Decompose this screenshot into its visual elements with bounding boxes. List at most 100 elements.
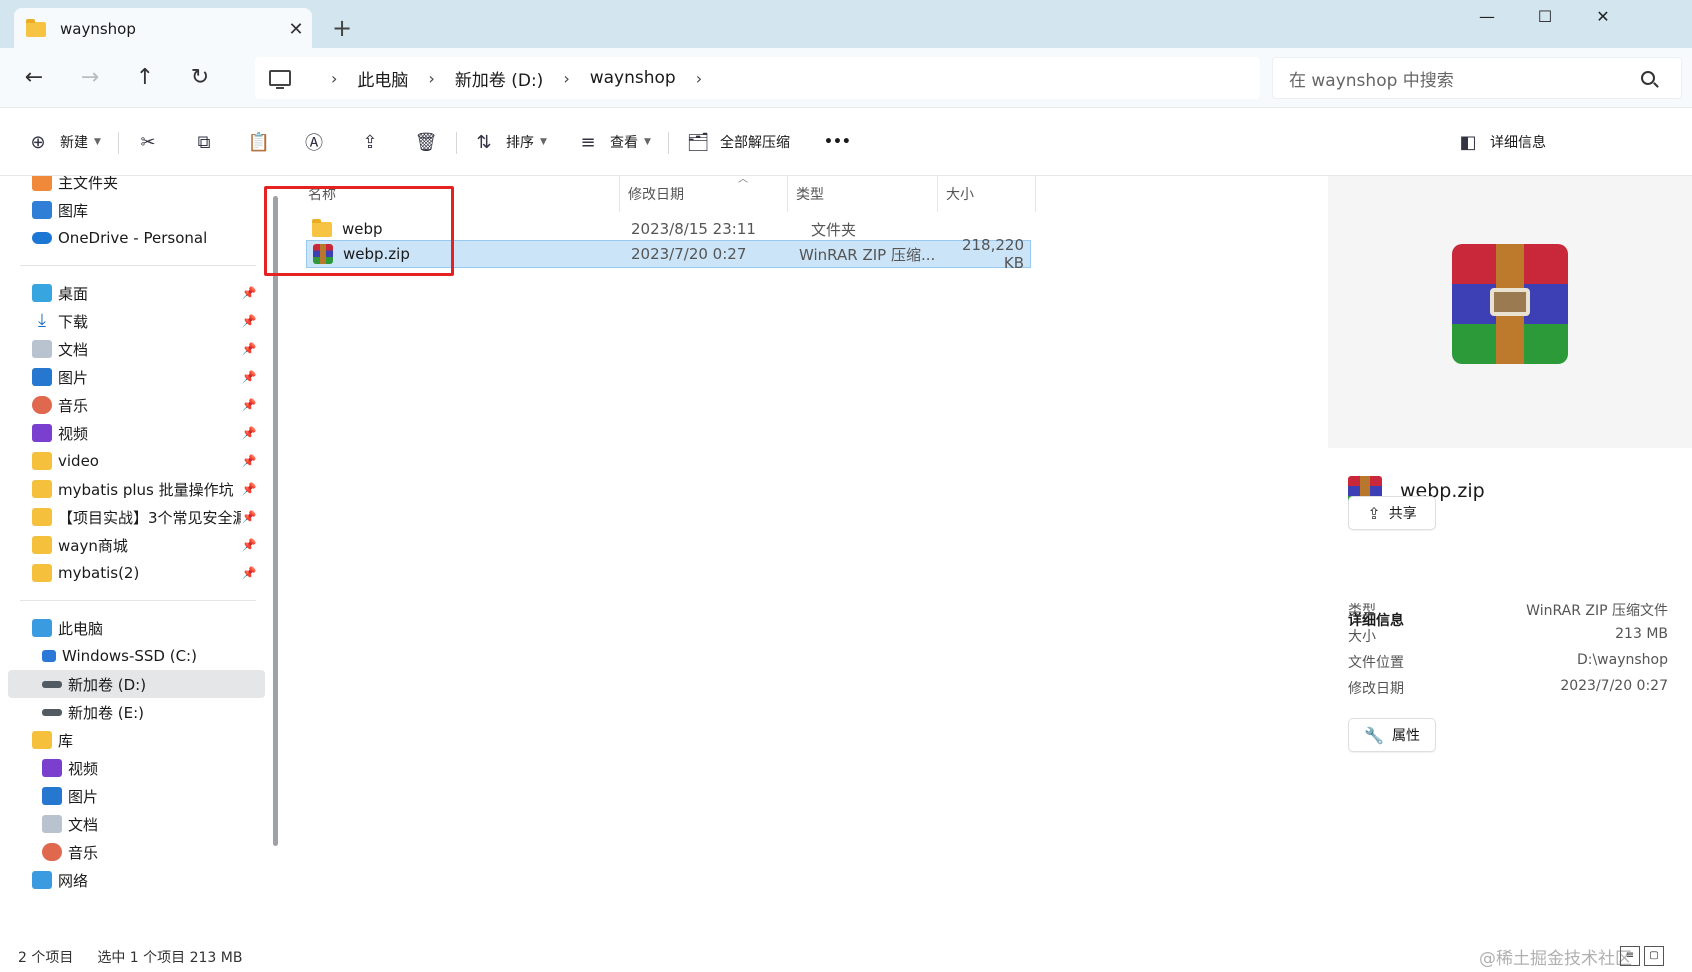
network-icon <box>32 871 52 889</box>
column-size-label: 大小 <box>946 187 974 203</box>
breadcrumb-waynshop[interactable]: waynshop <box>590 68 676 88</box>
wrench-icon: 🔧 <box>1364 725 1384 745</box>
chevron-right-icon[interactable]: › <box>428 69 434 88</box>
share-button[interactable]: ⇪ 共享 <box>1348 496 1436 530</box>
pin-icon[interactable]: 📌 <box>241 538 257 552</box>
pin-icon[interactable]: 📌 <box>241 426 257 440</box>
sidebar-item-desktop[interactable]: 桌面 📌 <box>0 279 265 307</box>
view-button[interactable]: ≡ 查看 ▼ <box>576 126 650 158</box>
divider <box>20 265 256 266</box>
winrar-archive-icon <box>1452 244 1568 364</box>
sidebar-item-music[interactable]: 音乐 📌 <box>0 391 265 419</box>
folder-icon <box>312 218 332 237</box>
sort-button[interactable]: ⇅ 排序 ▼ <box>472 126 546 158</box>
cut-button[interactable]: ✂ <box>136 126 160 158</box>
sidebar-item-onedrive[interactable]: OneDrive - Personal <box>0 224 265 252</box>
paste-button[interactable]: 📋 <box>247 126 271 158</box>
sidebar-item-mybatis-plus[interactable]: mybatis plus 批量操作坑 📌 <box>0 475 265 503</box>
tab-title: waynshop <box>60 20 136 38</box>
tiles-view-icon[interactable]: ▢ <box>1644 946 1664 966</box>
sidebar-item-gallery[interactable]: 图库 <box>0 196 265 224</box>
sidebar-item-home[interactable]: 主文件夹 <box>0 176 265 196</box>
sidebar-item-wayn-mall[interactable]: wayn商城 📌 <box>0 531 265 559</box>
pin-icon[interactable]: 📌 <box>241 510 257 524</box>
clipboard-icon: 📋 <box>247 131 271 153</box>
sidebar-item-video-folder[interactable]: video 📌 <box>0 447 265 475</box>
pc-icon[interactable] <box>269 70 291 89</box>
file-size: 218,220 KB <box>961 236 1024 272</box>
sidebar-item-drive-e[interactable]: 新加卷 (E:) <box>0 698 265 726</box>
up-button[interactable]: ↑ <box>125 58 165 98</box>
copy-button[interactable]: ⧉ <box>192 126 216 158</box>
file-type: 文件夹 <box>811 220 857 239</box>
preview-area <box>1328 176 1692 448</box>
delete-button[interactable]: 🗑 <box>414 126 438 158</box>
pin-icon[interactable]: 📌 <box>241 454 257 468</box>
new-tab-button[interactable]: + <box>326 12 358 44</box>
minimize-button[interactable]: — <box>1458 0 1516 34</box>
sidebar-item-security-project[interactable]: 【项目实战】3个常见安全漏洞 📌 <box>0 503 265 531</box>
chevron-right-icon[interactable]: › <box>696 69 702 88</box>
gallery-icon <box>32 201 52 219</box>
navigation-pane: 主文件夹 图库 OneDrive - Personal 桌面 📌 ⤓ 下载 📌 … <box>0 176 280 942</box>
sidebar-item-lib-pictures[interactable]: 图片 <box>0 782 265 810</box>
breadcrumb-drive-d[interactable]: 新加卷 (D:) <box>455 66 544 91</box>
details-pane-button[interactable]: ◧ 详细信息 <box>1456 126 1546 158</box>
more-options-button[interactable]: ••• <box>824 126 851 158</box>
sidebar-item-documents[interactable]: 文档 📌 <box>0 335 265 363</box>
breadcrumb-this-pc[interactable]: 此电脑 <box>357 66 408 91</box>
extract-folder-icon: 🗂 <box>686 131 710 153</box>
search-icon[interactable] <box>1641 71 1655 85</box>
rename-button[interactable]: Ⓐ <box>302 126 326 158</box>
column-header-date[interactable]: 修改日期 <box>620 176 788 212</box>
share-button[interactable]: ⇪ <box>358 126 382 158</box>
folder-icon <box>32 564 52 582</box>
chevron-right-icon[interactable]: › <box>331 69 337 88</box>
sidebar-item-downloads[interactable]: ⤓ 下载 📌 <box>0 307 265 335</box>
maximize-button[interactable]: ☐ <box>1516 0 1574 34</box>
chevron-right-icon[interactable]: › <box>563 69 569 88</box>
pin-icon[interactable]: 📌 <box>241 314 257 328</box>
tab-close-icon[interactable]: ✕ <box>280 19 312 40</box>
sidebar-item-videos[interactable]: 视频 📌 <box>0 419 265 447</box>
table-row[interactable]: webp.zip 2023/7/20 0:27 WinRAR ZIP 压缩...… <box>306 236 1031 272</box>
pin-icon[interactable]: 📌 <box>241 342 257 356</box>
share-icon: ⇪ <box>1367 503 1381 523</box>
breadcrumb[interactable]: › 此电脑 › 新加卷 (D:) › waynshop › <box>255 57 1260 99</box>
properties-button[interactable]: 🔧 属性 <box>1348 718 1436 752</box>
pin-icon[interactable]: 📌 <box>241 286 257 300</box>
sidebar-item-lib-music[interactable]: 音乐 <box>0 838 265 866</box>
column-header-type[interactable]: 类型 <box>788 176 938 212</box>
search-input[interactable]: 在 waynshop 中搜索 <box>1272 57 1682 99</box>
back-button[interactable]: ← <box>14 58 54 98</box>
property-key: 类型 <box>1348 603 1376 619</box>
sidebar-item-pictures[interactable]: 图片 📌 <box>0 363 265 391</box>
column-header-size[interactable]: 大小 <box>938 176 1036 212</box>
sidebar-item-library[interactable]: 库 <box>0 726 265 754</box>
pin-icon[interactable]: 📌 <box>241 398 257 412</box>
close-window-button[interactable]: ✕ <box>1574 0 1632 34</box>
refresh-button[interactable]: ↻ <box>180 58 220 98</box>
sidebar-scrollbar[interactable] <box>273 196 278 846</box>
pin-icon[interactable]: 📌 <box>241 566 257 580</box>
column-header-name[interactable]: 名称 <box>300 176 620 212</box>
copy-icon: ⧉ <box>197 131 211 153</box>
sidebar-item-lib-documents[interactable]: 文档 <box>0 810 265 838</box>
property-location: 文件位置 D:\waynshop <box>1348 652 1668 672</box>
folder-icon <box>32 452 52 470</box>
extract-label: 全部解压缩 <box>720 135 790 151</box>
tab-waynshop[interactable]: waynshop ✕ <box>14 8 312 50</box>
sidebar-item-this-pc[interactable]: 此电脑 <box>0 614 265 642</box>
sidebar-item-drive-d[interactable]: 新加卷 (D:) <box>8 670 265 698</box>
details-view-icon[interactable]: ≡ <box>1620 946 1640 966</box>
sidebar-item-lib-videos[interactable]: 视频 <box>0 754 265 782</box>
new-button[interactable]: ⊕ 新建 ▼ <box>26 126 100 158</box>
pin-icon[interactable]: 📌 <box>241 370 257 384</box>
sidebar-item-network[interactable]: 网络 <box>0 866 265 894</box>
file-name: webp.zip <box>343 245 410 263</box>
sidebar-item-drive-c[interactable]: Windows-SSD (C:) <box>0 642 265 670</box>
pin-icon[interactable]: 📌 <box>241 482 257 496</box>
forward-button[interactable]: → <box>70 58 110 98</box>
extract-all-button[interactable]: 🗂 全部解压缩 <box>686 126 790 158</box>
sidebar-item-mybatis-2[interactable]: mybatis(2) 📌 <box>0 559 265 587</box>
